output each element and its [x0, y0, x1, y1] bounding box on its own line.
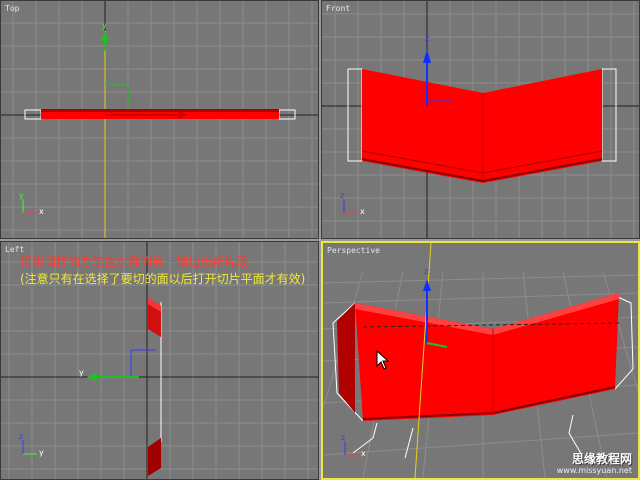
- front-corner-z-label: z: [340, 191, 345, 200]
- viewport-top-canvas: [1, 1, 318, 238]
- mouse-cursor-icon: [376, 350, 390, 370]
- top-corner-y-label: y: [19, 191, 24, 200]
- top-x-axis-label: x: [39, 207, 44, 216]
- viewport-front[interactable]: Front z x z: [321, 0, 640, 239]
- viewport-left-label[interactable]: Left: [5, 245, 24, 254]
- viewport-front-canvas: [322, 1, 639, 238]
- viewport-top[interactable]: Top y x y: [0, 0, 319, 239]
- left-corner-z-label: z: [19, 432, 24, 441]
- viewport-perspective-label[interactable]: Perspective: [327, 246, 380, 255]
- top-y-axis-label: y: [102, 21, 107, 30]
- persp-corner-z-label: z: [341, 433, 346, 442]
- viewport-front-label[interactable]: Front: [326, 4, 350, 13]
- viewport-perspective-canvas: [323, 243, 638, 478]
- viewport-perspective[interactable]: Perspective z z x: [321, 241, 640, 480]
- annotation-note: (注意只有在选择了要切的面以后打开切片平面才有效): [20, 272, 306, 286]
- left-corner-y-label: y: [39, 448, 44, 457]
- watermark-site: 思缘教程网: [571, 452, 632, 466]
- left-y-axis-label: y: [79, 368, 84, 377]
- watermark-url: www.missyuan.net: [556, 466, 632, 475]
- watermark: 思缘教程网 www.missyuan.net: [516, 452, 632, 476]
- viewport-top-label[interactable]: Top: [5, 4, 19, 13]
- annotation-instruction: 再用同样的方法在对称的另一端切出新片段: [20, 255, 249, 269]
- front-x-axis-label: x: [360, 207, 365, 216]
- persp-corner-x-label: x: [361, 449, 366, 458]
- front-z-axis-label: z: [425, 34, 430, 43]
- persp-z-axis-label: z: [424, 267, 429, 276]
